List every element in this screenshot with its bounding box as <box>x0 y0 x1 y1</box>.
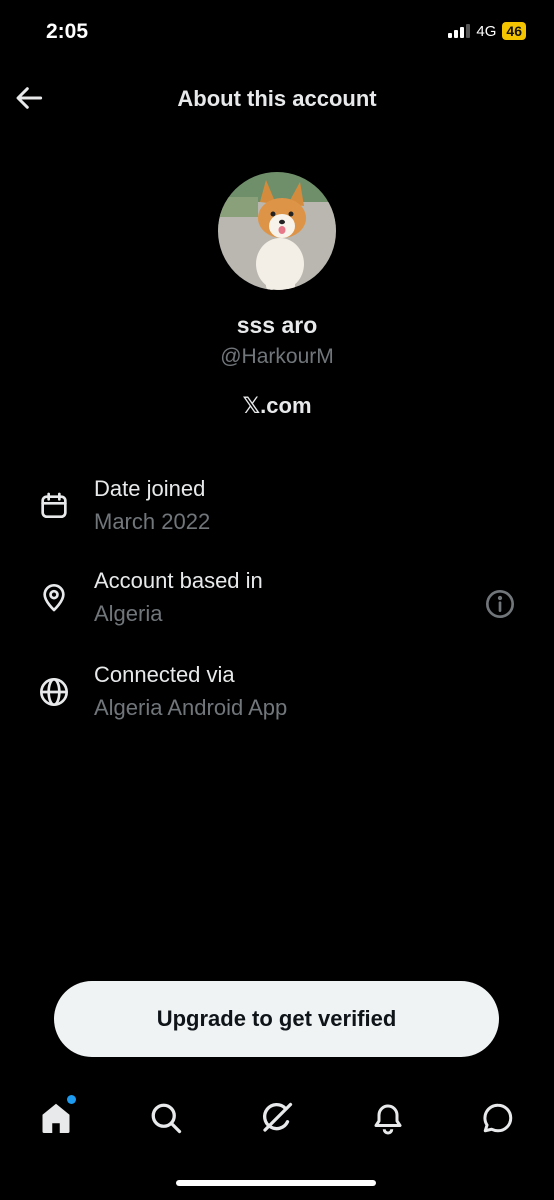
page-header: About this account <box>0 66 554 130</box>
detail-row-account-based-in: Account based in Algeria <box>0 562 554 642</box>
search-icon[interactable] <box>148 1100 184 1136</box>
signal-icon <box>448 24 471 38</box>
site-link-label: 𝕏.com <box>242 393 312 418</box>
display-name: sss aro <box>236 312 318 338</box>
home-icon[interactable] <box>38 1095 76 1136</box>
detail-value: March 2022 <box>94 509 211 534</box>
user-handle: @HarkourM <box>220 345 334 368</box>
notification-dot <box>67 1095 76 1104</box>
avatar[interactable] <box>218 172 336 290</box>
calendar-icon <box>38 490 70 522</box>
tab-bar <box>0 1090 554 1150</box>
info-icon[interactable] <box>484 588 516 620</box>
upgrade-button[interactable]: Upgrade to get verified <box>54 981 499 1057</box>
notifications-icon[interactable] <box>370 1100 406 1136</box>
status-indicators: 4G 46 <box>448 22 526 40</box>
site-link[interactable]: 𝕏.com <box>0 393 554 419</box>
network-type: 4G <box>476 22 497 40</box>
status-bar: 2:05 4G 46 <box>0 0 554 66</box>
detail-row-date-joined: Date joined March 2022 <box>0 470 554 550</box>
detail-value: Algeria <box>94 601 163 626</box>
detail-label: Date joined <box>94 476 206 501</box>
status-time: 2:05 <box>46 20 89 43</box>
location-pin-icon <box>38 582 70 614</box>
home-indicator <box>176 1180 376 1186</box>
page-title: About this account <box>177 86 377 111</box>
detail-label: Account based in <box>94 568 263 593</box>
grok-icon[interactable] <box>259 1100 295 1136</box>
detail-value: Algeria Android App <box>94 695 288 720</box>
globe-icon <box>38 676 70 708</box>
messages-icon[interactable] <box>480 1100 516 1136</box>
battery-icon: 46 <box>502 22 526 40</box>
upgrade-button-label: Upgrade to get verified <box>156 1006 397 1031</box>
detail-label: Connected via <box>94 662 235 687</box>
detail-row-connected-via: Connected via Algeria Android App <box>0 656 554 736</box>
